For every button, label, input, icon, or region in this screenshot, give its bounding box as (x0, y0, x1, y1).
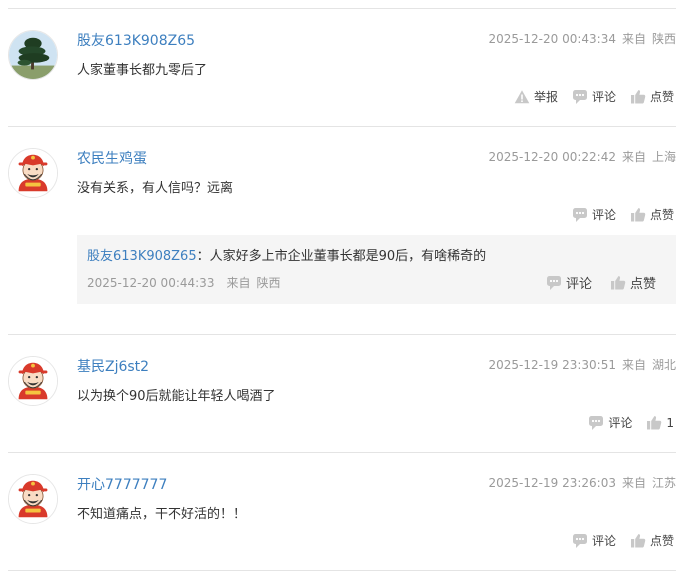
comment-time: 2025-12-20 00:22:42 (488, 150, 616, 164)
comment-text: 以为换个90后就能让年轻人喝酒了 (77, 389, 276, 404)
fortune-god-avatar-image (9, 149, 57, 197)
reply-actions: 评论 点赞 (528, 273, 656, 292)
username[interactable]: 股友613K908Z65 (77, 30, 195, 50)
thumbs-up-icon (630, 533, 646, 547)
from-label: 来自 (226, 276, 251, 290)
reply-meta: 2025-12-20 00:44:33 来自 陕西 (87, 274, 280, 291)
like-label: 点赞 (629, 277, 656, 292)
avatar[interactable] (8, 148, 58, 198)
comment-time: 2025-12-20 00:43:34 (488, 32, 616, 46)
reply-like-button[interactable]: 点赞 (610, 273, 656, 292)
pine-tree-avatar-image (9, 31, 57, 79)
comment-icon (546, 275, 561, 290)
reply-time: 2025-12-20 00:44:33 (87, 276, 215, 290)
thumbs-up-icon (630, 207, 646, 221)
comment-time: 2025-12-19 23:30:51 (488, 358, 616, 372)
comment-icon (572, 207, 587, 222)
reply-comment-button[interactable]: 评论 (546, 273, 592, 292)
comment-actions: 评论 点赞 (558, 206, 674, 223)
comment-meta: 2025-12-20 00:43:34 来自 陕西 (489, 30, 676, 47)
divider (8, 334, 676, 335)
comment-location: 上海 (651, 150, 676, 164)
reply-box: 股友613K908Z65：人家好多上市企业董事长都是90后，有啥稀奇的 2025… (77, 235, 676, 304)
divider (8, 126, 676, 127)
comment-text: 没有关系，有人信吗？远离 (77, 181, 234, 196)
like-button[interactable]: 点赞 (630, 532, 674, 549)
like-button[interactable]: 1 (646, 415, 674, 431)
reply-username[interactable]: 股友613K908Z65 (87, 249, 197, 264)
thumbs-up-icon (647, 415, 662, 429)
comment-label: 评论 (565, 277, 592, 292)
from-label: 来自 (621, 476, 646, 490)
like-label: 点赞 (649, 90, 674, 104)
avatar[interactable] (8, 356, 58, 406)
comment-actions: 举报 评论 点赞 (500, 88, 674, 105)
fortune-god-avatar-image (9, 475, 57, 523)
comment-text: 人家董事长都九零后了 (77, 63, 208, 78)
comment-location: 湖北 (651, 358, 676, 372)
comment-time: 2025-12-19 23:26:03 (488, 476, 616, 490)
like-button[interactable]: 点赞 (630, 206, 674, 223)
reply-colon: ： (196, 249, 210, 264)
reply-content: 股友613K908Z65：人家好多上市企业董事长都是90后，有啥稀奇的 (87, 245, 486, 264)
divider (8, 8, 676, 9)
comment-label: 评论 (591, 208, 616, 222)
comment-label: 评论 (591, 90, 616, 104)
comment-button[interactable]: 评论 (572, 206, 616, 223)
comment-icon (572, 533, 587, 548)
username[interactable]: 基民Zj6st2 (77, 356, 149, 376)
comment-label: 评论 (591, 534, 616, 548)
from-label: 来自 (621, 358, 646, 372)
comment-button[interactable]: 评论 (572, 532, 616, 549)
comment-actions: 评论 点赞 (558, 532, 674, 549)
warning-icon (514, 89, 530, 103)
from-label: 来自 (621, 32, 646, 46)
comment-meta: 2025-12-19 23:26:03 来自 江苏 (489, 474, 676, 491)
comment-text: 不知道痛点，干不好活的！！ (77, 507, 247, 522)
avatar[interactable] (8, 30, 58, 80)
thumbs-up-icon (610, 275, 626, 289)
divider (8, 452, 676, 453)
like-label: 点赞 (649, 208, 674, 222)
divider (8, 570, 676, 571)
report-button[interactable]: 举报 (514, 88, 558, 105)
like-label: 点赞 (649, 534, 674, 548)
comment-meta: 2025-12-19 23:30:51 来自 湖北 (489, 356, 676, 373)
report-label: 举报 (533, 90, 558, 104)
comment-icon (572, 89, 587, 104)
username[interactable]: 开心7777777 (77, 474, 167, 494)
thumbs-up-icon (630, 89, 646, 103)
avatar[interactable] (8, 474, 58, 524)
comment-button[interactable]: 评论 (588, 414, 632, 431)
from-label: 来自 (621, 150, 646, 164)
reply-text: 人家好多上市企业董事长都是90后，有啥稀奇的 (209, 249, 487, 264)
comment-button[interactable]: 评论 (572, 88, 616, 105)
comment-label: 评论 (608, 416, 633, 430)
like-count: 1 (666, 415, 674, 430)
comment-icon (589, 415, 604, 430)
comment-location: 江苏 (651, 476, 676, 490)
comment-meta: 2025-12-20 00:22:42 来自 上海 (489, 148, 676, 165)
like-button[interactable]: 点赞 (630, 88, 674, 105)
username[interactable]: 农民生鸡蛋 (77, 148, 147, 168)
reply-location: 陕西 (256, 276, 281, 290)
comment-location: 陕西 (651, 32, 676, 46)
fortune-god-avatar-image (9, 357, 57, 405)
comment-actions: 评论 1 (574, 414, 674, 431)
